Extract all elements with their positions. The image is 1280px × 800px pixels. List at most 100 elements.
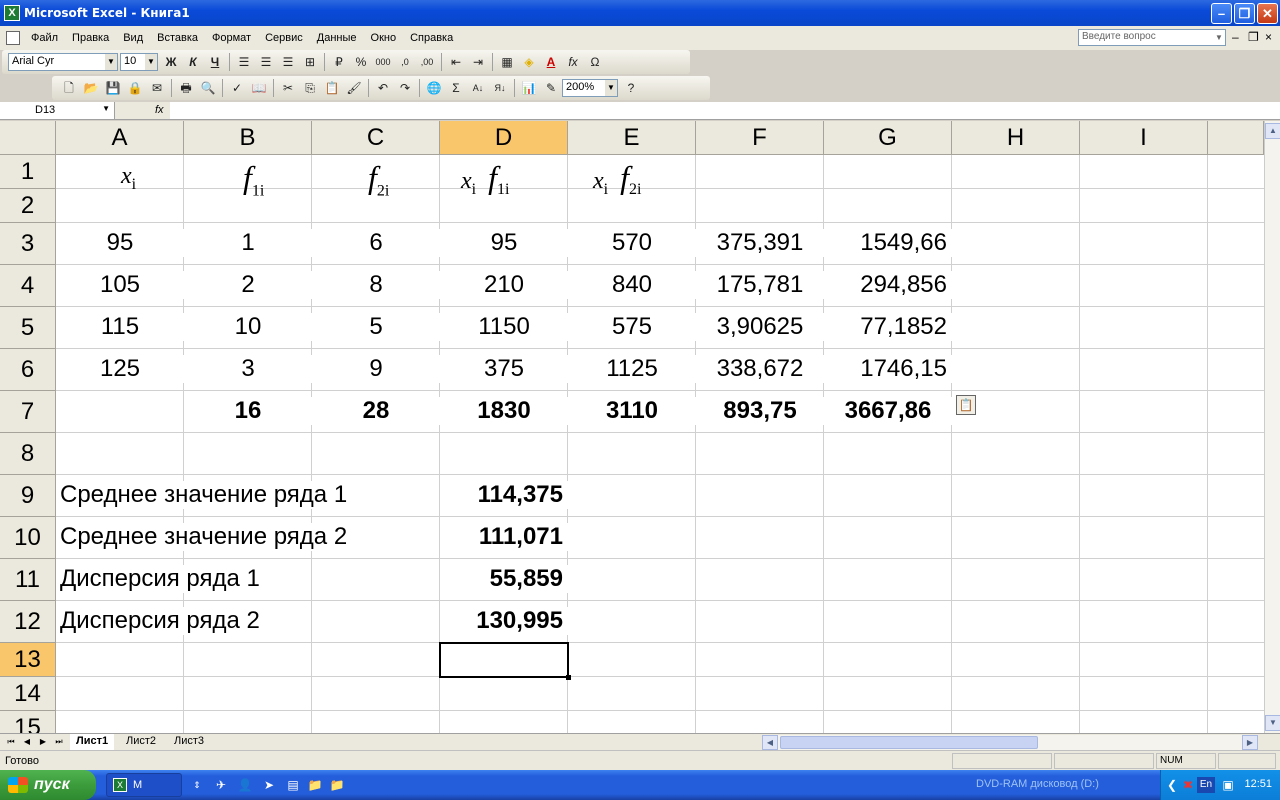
cell-g3[interactable]: 1549,66 — [824, 229, 952, 257]
row-header-8[interactable]: 8 — [0, 433, 56, 475]
column-header-c[interactable]: C — [312, 121, 440, 155]
column-header-f[interactable]: F — [696, 121, 824, 155]
hyperlink-icon[interactable]: 🌐 — [423, 78, 445, 98]
cell-a9-label[interactable]: Среднее значение ряда 1 — [56, 481, 439, 509]
row-header-4[interactable]: 4 — [0, 265, 56, 307]
chevron-down-icon[interactable]: ▼ — [1213, 30, 1225, 45]
cell-a10-label[interactable]: Среднее значение ряда 2 — [56, 523, 439, 551]
scroll-up-icon[interactable]: ▲ — [1265, 123, 1280, 139]
cell-a5[interactable]: 115 — [56, 313, 184, 341]
insert-function-icon[interactable]: fx — [115, 102, 170, 119]
column-header-g[interactable]: G — [824, 121, 952, 155]
tray-antivirus-icon[interactable]: ✖ — [1179, 776, 1197, 794]
zoom-select[interactable]: 200% ▼ — [562, 79, 618, 97]
menu-help[interactable]: Справка — [403, 32, 460, 44]
cell-d5[interactable]: 1150 — [440, 313, 568, 341]
cell-b3[interactable]: 1 — [184, 229, 312, 257]
cell-d6[interactable]: 375 — [440, 355, 568, 383]
menu-window[interactable]: Окно — [364, 32, 404, 44]
sheet-tab-2[interactable]: Лист2 — [120, 734, 162, 750]
cell-e5[interactable]: 575 — [568, 313, 696, 341]
language-indicator[interactable]: En — [1197, 777, 1215, 793]
quicklaunch-scroll-icon[interactable]: ⇕ — [188, 776, 206, 794]
column-header-d[interactable]: D — [440, 121, 568, 155]
cell-c5[interactable]: 5 — [312, 313, 440, 341]
increase-decimal-icon[interactable]: ,0 — [394, 52, 416, 72]
copy-icon[interactable]: ⎘ — [299, 78, 321, 98]
merge-center-icon[interactable]: ⊞ — [299, 52, 321, 72]
cell-f6[interactable]: 338,672 — [696, 355, 824, 383]
autosum-icon[interactable]: Σ — [445, 78, 467, 98]
active-cell-d13[interactable] — [439, 642, 571, 680]
print-preview-icon[interactable]: 🔍 — [197, 78, 219, 98]
column-header-a[interactable]: A — [56, 121, 184, 155]
save-icon[interactable]: 💾 — [102, 78, 124, 98]
cell-g4[interactable]: 294,856 — [824, 271, 952, 299]
row-header-12[interactable]: 12 — [0, 601, 56, 643]
horizontal-scrollbar[interactable]: ◀ ▶ — [762, 735, 1258, 750]
menu-edit[interactable]: Правка — [65, 32, 116, 44]
cell-g5[interactable]: 77,1852 — [824, 313, 952, 341]
start-button[interactable]: пуск — [0, 770, 96, 800]
redo-icon[interactable]: ↷ — [394, 78, 416, 98]
thousands-icon[interactable]: 000 — [372, 52, 394, 72]
cell-g7-total[interactable]: 3667,86 — [824, 397, 952, 425]
drawing-icon[interactable]: ✎ — [540, 78, 562, 98]
cell-b5[interactable]: 10 — [184, 313, 312, 341]
workbook-icon[interactable] — [6, 31, 20, 45]
print-icon[interactable]: 🖶 — [175, 78, 197, 98]
cell-b6[interactable]: 3 — [184, 355, 312, 383]
quicklaunch-icon-2[interactable]: 👤 — [236, 776, 254, 794]
open-icon[interactable]: 📂 — [80, 78, 102, 98]
folder-icon-2[interactable]: 📁 — [328, 776, 346, 794]
menu-insert[interactable]: Вставка — [150, 32, 205, 44]
font-size-select[interactable]: 10 ▼ — [120, 53, 158, 71]
cell-b4[interactable]: 2 — [184, 271, 312, 299]
cell-e4[interactable]: 840 — [568, 271, 696, 299]
cell-d3[interactable]: 95 — [440, 229, 568, 257]
scroll-right-icon[interactable]: ▶ — [1242, 735, 1258, 750]
row-header-5[interactable]: 5 — [0, 307, 56, 349]
menu-tools[interactable]: Сервис — [258, 32, 310, 44]
cell-d4[interactable]: 210 — [440, 271, 568, 299]
column-header-b[interactable]: B — [184, 121, 312, 155]
row-header-15[interactable]: 15 — [0, 711, 56, 733]
cell-e7-total[interactable]: 3110 — [568, 397, 696, 425]
permission-icon[interactable]: 🔒 — [124, 78, 146, 98]
research-icon[interactable]: 📖 — [248, 78, 270, 98]
percent-icon[interactable]: % — [350, 52, 372, 72]
cell-a11-label[interactable]: Дисперсия ряда 1 — [56, 565, 311, 593]
cell-d12-value[interactable]: 130,995 — [440, 607, 568, 635]
paste-options-icon[interactable]: 📋 — [956, 395, 976, 415]
menu-format[interactable]: Формат — [205, 32, 258, 44]
cell-d9-value[interactable]: 114,375 — [440, 481, 568, 509]
align-right-icon[interactable]: ☰ — [277, 52, 299, 72]
taskbar-excel-button[interactable]: X M — [106, 773, 182, 797]
cell-c4[interactable]: 8 — [312, 271, 440, 299]
folder-icon[interactable]: 📁 — [306, 776, 324, 794]
cell-f4[interactable]: 175,781 — [696, 271, 824, 299]
fill-color-icon[interactable]: ◈ — [518, 52, 540, 72]
cut-icon[interactable]: ✂ — [277, 78, 299, 98]
spelling-icon[interactable]: ✓ — [226, 78, 248, 98]
row-header-13[interactable]: 13 — [0, 643, 56, 677]
cell-a3[interactable]: 95 — [56, 229, 184, 257]
doc-close-icon[interactable]: × — [1265, 30, 1272, 44]
excel-app-icon[interactable]: X — [4, 5, 20, 21]
quicklaunch-icon-1[interactable]: ✈ — [212, 776, 230, 794]
vertical-scrollbar[interactable]: ▲ ▼ — [1264, 121, 1280, 733]
underline-button[interactable]: Ч — [204, 52, 226, 72]
undo-icon[interactable]: ↶ — [372, 78, 394, 98]
column-header-i[interactable]: I — [1080, 121, 1208, 155]
next-sheet-icon[interactable]: ▶ — [36, 735, 50, 749]
row-header-2[interactable]: 2 — [0, 189, 56, 223]
first-sheet-icon[interactable]: ⏮ — [4, 735, 18, 749]
cell-g6[interactable]: 1746,15 — [824, 355, 952, 383]
function-icon[interactable]: fx — [562, 52, 584, 72]
cell-f7-total[interactable]: 893,75 — [696, 397, 824, 425]
cell-a6[interactable]: 125 — [56, 355, 184, 383]
cell-a4[interactable]: 105 — [56, 271, 184, 299]
symbol-icon[interactable]: Ω — [584, 52, 606, 72]
sort-ascending-icon[interactable]: A↓ — [467, 78, 489, 98]
select-all-corner[interactable] — [0, 121, 56, 155]
